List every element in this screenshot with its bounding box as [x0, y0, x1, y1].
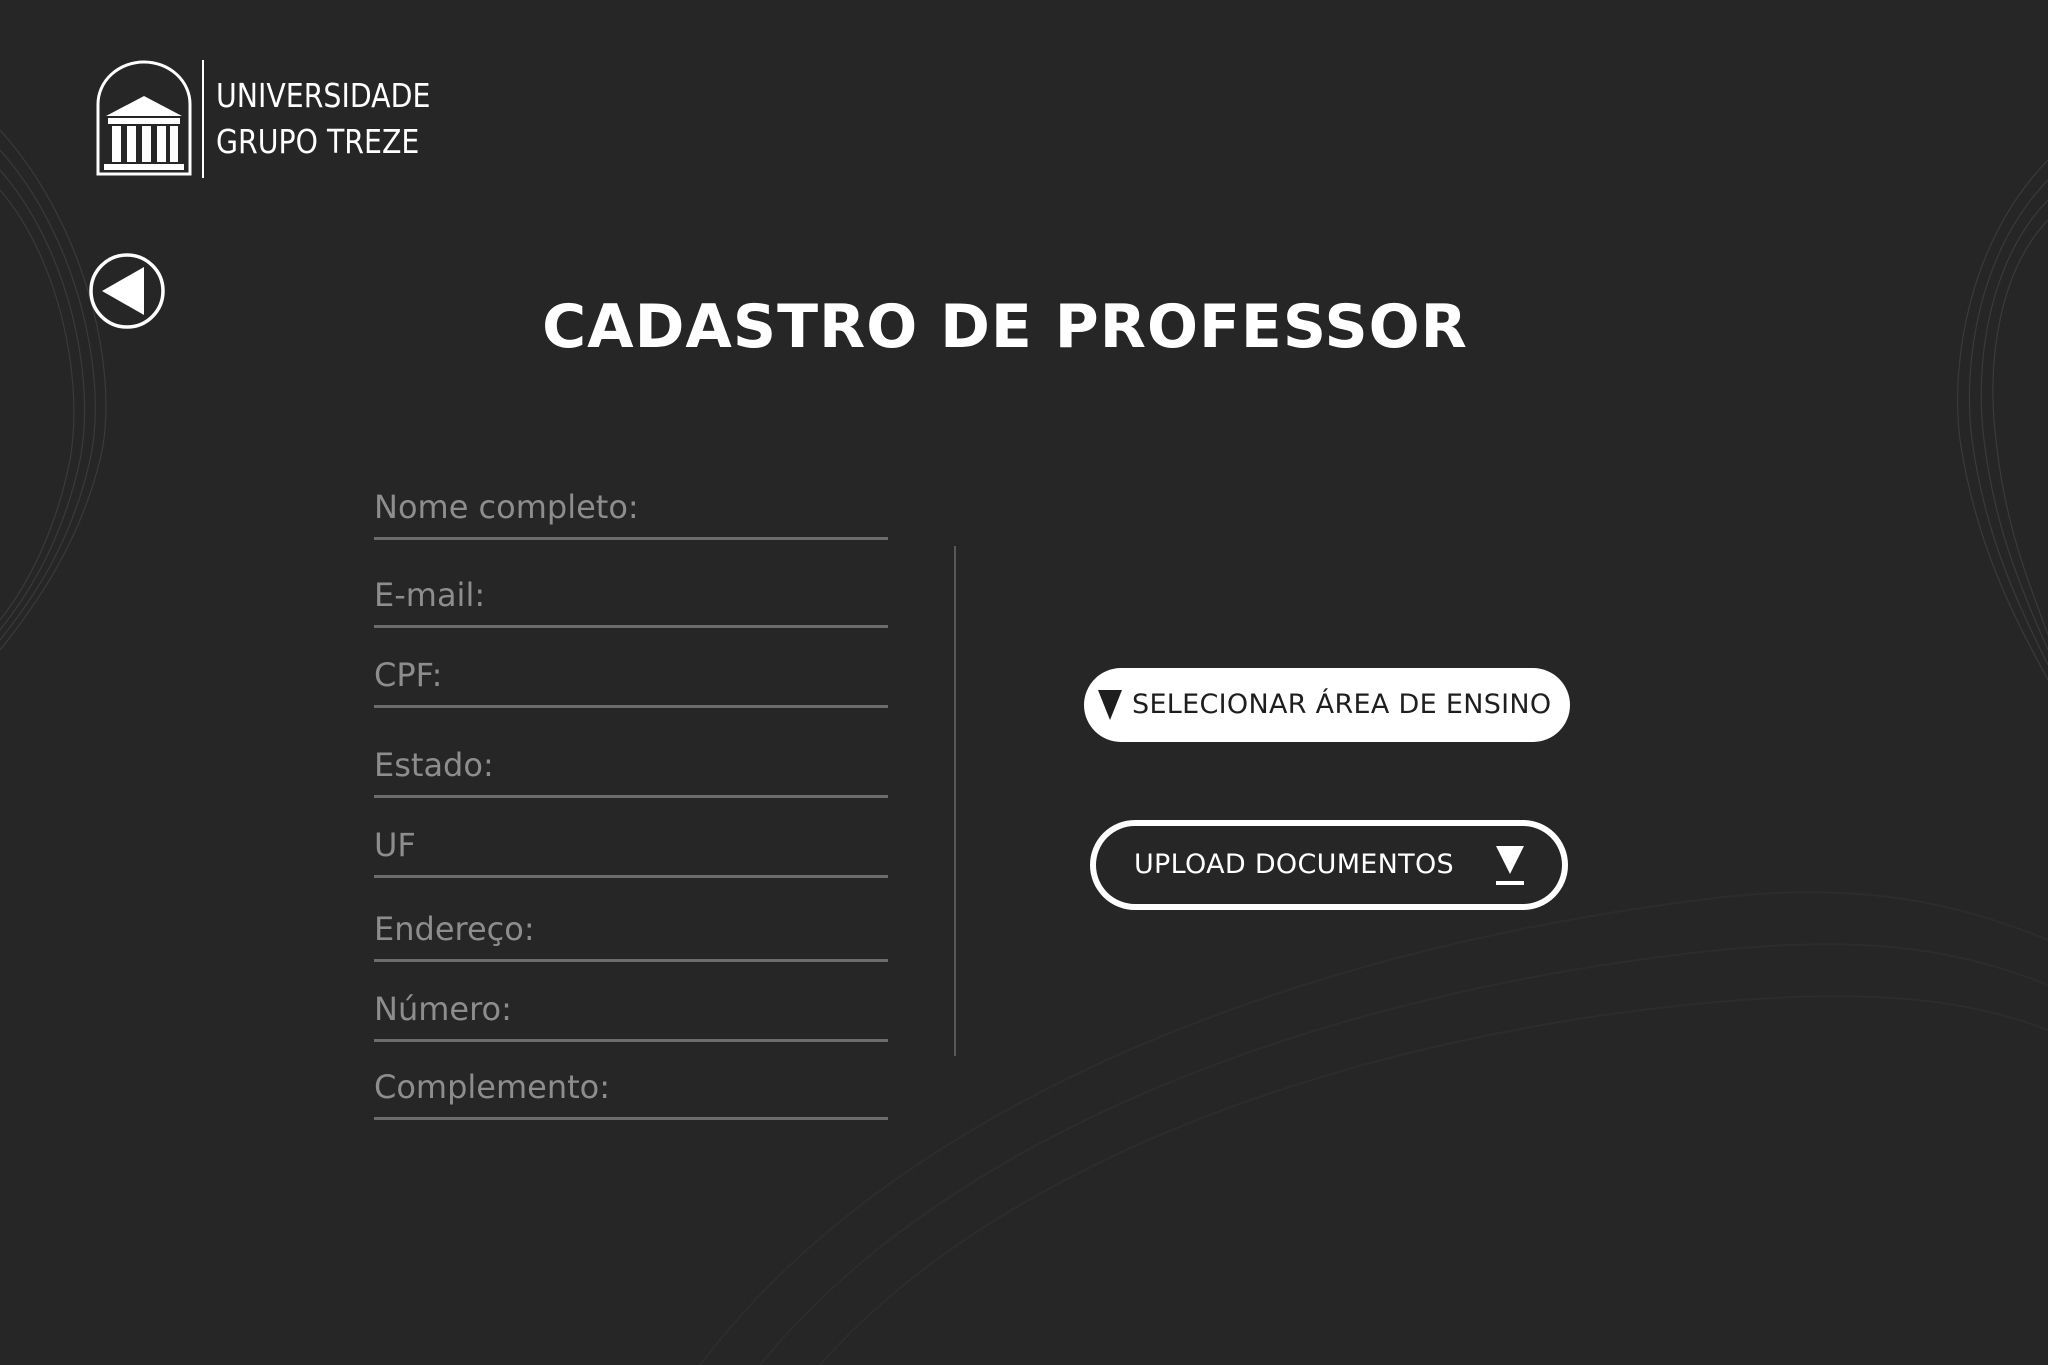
full-name-field[interactable]: Nome completo: — [372, 470, 888, 540]
logo-divider — [202, 60, 204, 178]
email-field[interactable]: E-mail: — [372, 558, 888, 628]
field-label: Endereço: — [374, 910, 535, 948]
app-screen: { "logo": { "line1": "UNIVERSIDADE", "li… — [0, 0, 2048, 1365]
field-label: CPF: — [374, 656, 443, 694]
address-field[interactable]: Endereço: — [372, 892, 888, 962]
university-logo: UNIVERSIDADE GRUPO TREZE — [94, 60, 454, 180]
download-arrow-icon — [1496, 846, 1524, 885]
complement-field[interactable]: Complemento: — [372, 1050, 888, 1120]
field-label: E-mail: — [374, 576, 486, 614]
upload-documents-label: UPLOAD DOCUMENTOS — [1134, 849, 1454, 880]
field-underline — [374, 537, 888, 540]
field-underline — [374, 705, 888, 708]
field-underline — [374, 959, 888, 962]
number-field[interactable]: Número: — [372, 972, 888, 1042]
university-building-icon — [96, 60, 192, 176]
uf-field[interactable]: UF — [372, 808, 888, 878]
select-teaching-area-label: SELECIONAR ÁREA DE ENSINO — [1132, 689, 1552, 720]
field-underline — [374, 1117, 888, 1120]
field-label: Número: — [374, 990, 512, 1028]
background-decoration — [0, 129, 2048, 1365]
cpf-field[interactable]: CPF: — [372, 638, 888, 708]
triangle-down-icon — [1098, 690, 1122, 720]
field-underline — [374, 625, 888, 628]
field-underline — [374, 795, 888, 798]
field-label: Nome completo: — [374, 488, 639, 526]
vertical-divider — [954, 546, 956, 1056]
logo-text-line2: GRUPO TREZE — [216, 122, 420, 161]
select-teaching-area-button[interactable]: SELECIONAR ÁREA DE ENSINO — [1084, 668, 1570, 742]
field-underline — [374, 875, 888, 878]
field-label: UF — [374, 826, 416, 864]
upload-documents-button[interactable]: UPLOAD DOCUMENTOS — [1090, 820, 1568, 910]
field-label: Complemento: — [374, 1068, 611, 1106]
field-underline — [374, 1039, 888, 1042]
page-title: CADASTRO DE PROFESSOR — [542, 292, 1468, 362]
field-label: Estado: — [374, 746, 494, 784]
state-field[interactable]: Estado: — [372, 728, 888, 798]
logo-text-line1: UNIVERSIDADE — [216, 76, 431, 115]
